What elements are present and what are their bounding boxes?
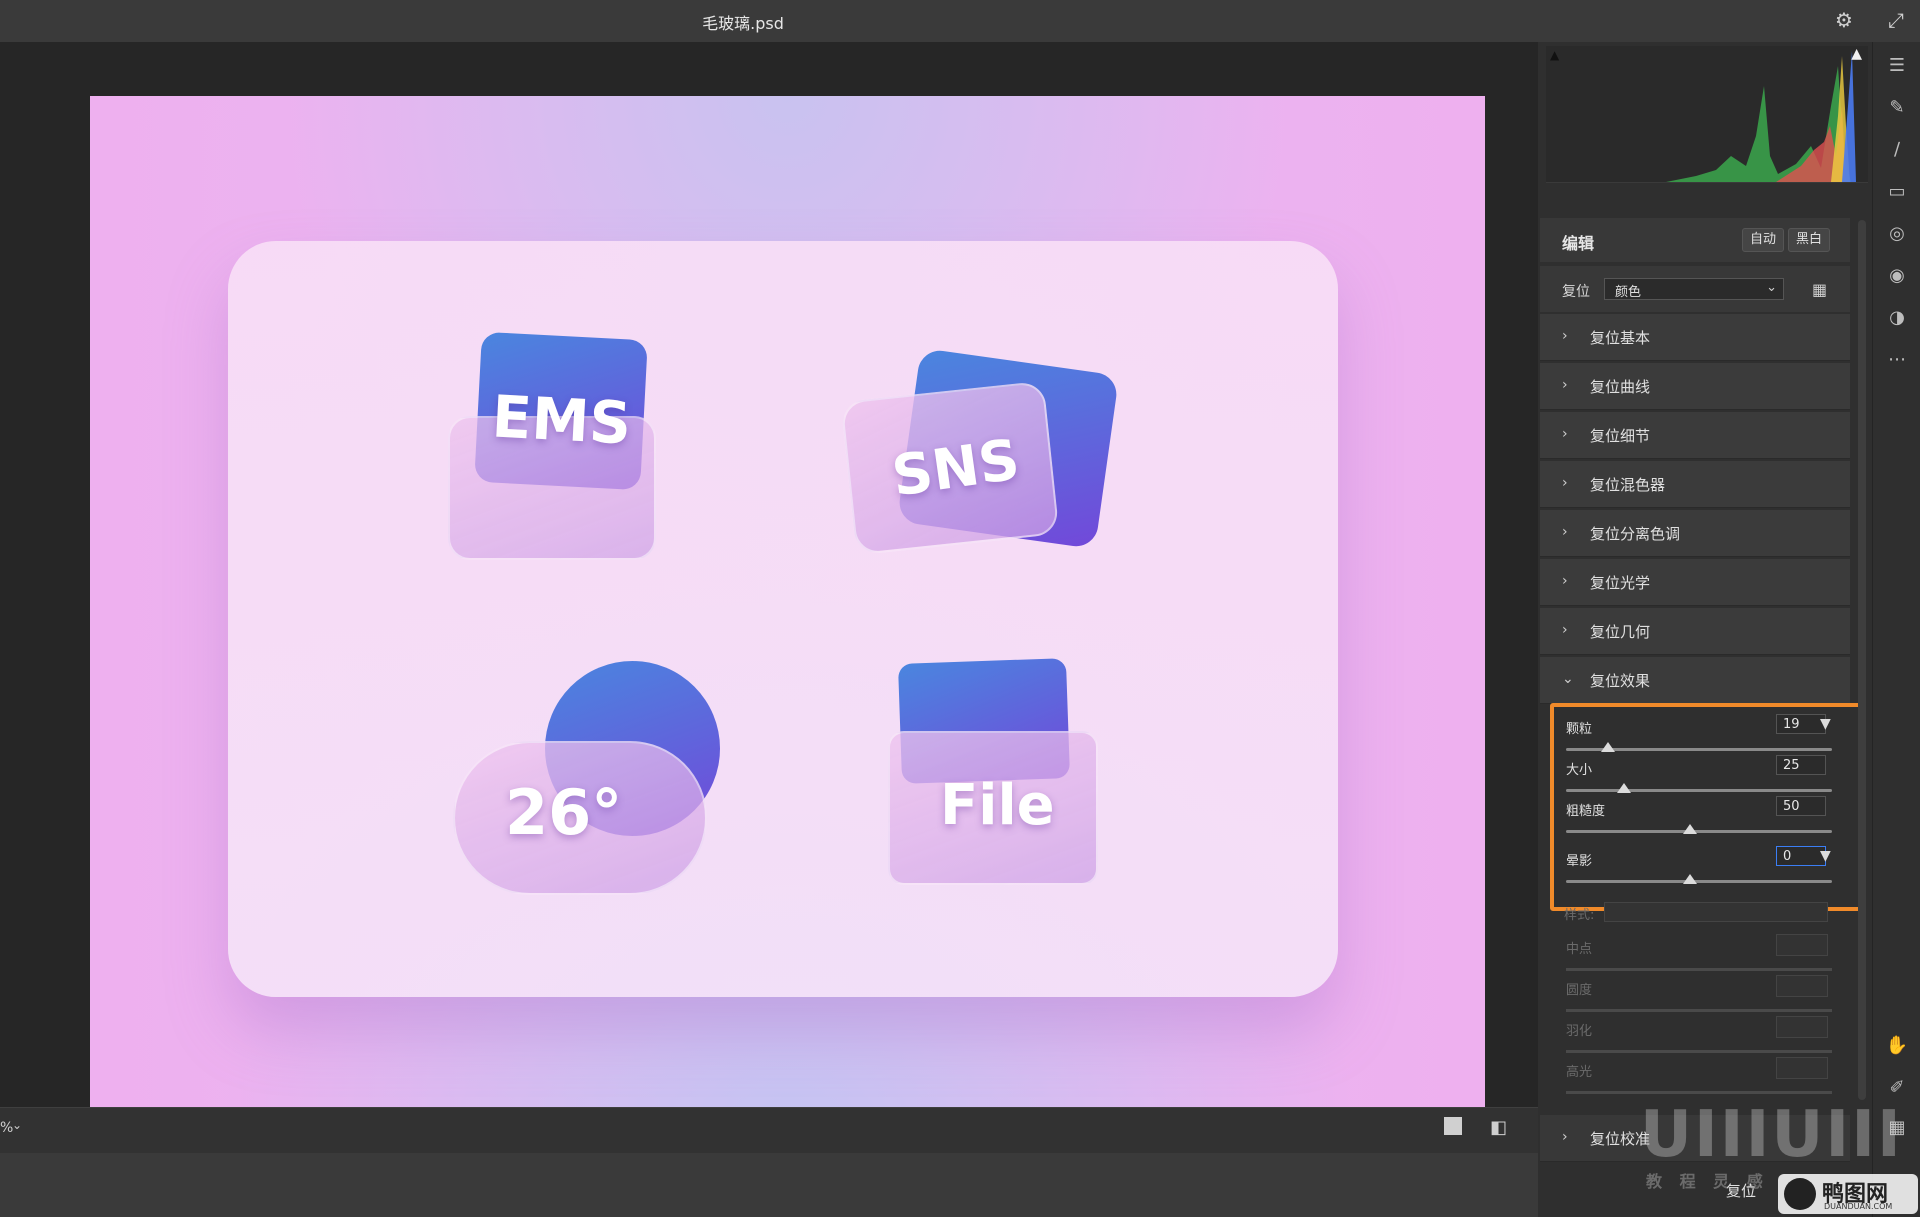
highlight-clip-icon[interactable]: ▲ [1851,46,1862,62]
red-eye-icon[interactable]: ◉ [1885,264,1909,288]
more-icon[interactable]: ⋯ [1885,348,1909,372]
highlights-value [1776,1057,1828,1079]
chevron-right-icon: › [1562,573,1568,589]
roundness-track [1566,1009,1832,1012]
section-label: 复位基本 [1590,329,1651,347]
chevron-down-icon[interactable]: ⌄ [12,1118,22,1132]
section-split-toning[interactable]: › 复位分离色调 [1540,510,1850,557]
histogram-graph [1546,51,1856,182]
tool-strip: ☰ ✎ ∕ ▭ ◎ ◉ ◑ ⋯ ✋ ✐ ▦ [1872,42,1920,1217]
chevron-right-icon: › [1562,426,1568,442]
section-basic[interactable]: › 复位基本 [1540,314,1850,361]
section-label: 复位混色器 [1590,476,1666,494]
chevron-right-icon: › [1562,377,1568,393]
single-view-icon[interactable] [1444,1117,1462,1135]
style-select [1604,902,1828,922]
section-geometry[interactable]: › 复位几何 [1540,608,1850,655]
gear-icon[interactable]: ⚙ [1832,8,1856,32]
highlights-track [1566,1091,1832,1094]
roundness-label: 圆度 [1566,983,1593,998]
section-label: 复位曲线 [1590,378,1651,396]
site-logo-mark [1784,1178,1816,1210]
panel-scrollbar[interactable] [1858,220,1866,1100]
radial-filter-icon[interactable]: ◎ [1885,222,1909,246]
profile-browser-icon[interactable]: ▦ [1812,280,1827,299]
section-detail[interactable]: › 复位细节 [1540,412,1850,459]
section-mixer[interactable]: › 复位混色器 [1540,461,1850,508]
site-logo-url: DUANDUAN.COM [1824,1202,1893,1211]
section-effects[interactable]: ⌄ 复位效果 [1540,657,1850,704]
shadow-clip-icon[interactable]: ▲ [1550,48,1559,62]
chevron-right-icon: › [1562,328,1568,344]
document-title: 毛玻璃.psd [702,14,784,33]
hand-icon[interactable]: ✋ [1885,1034,1909,1058]
profile-row: 复位 颜色 ⌄ ▦ [1540,266,1850,312]
site-logo: 鸭图网 DUANDUAN.COM [1778,1174,1918,1214]
profile-select[interactable]: 颜色 ⌄ [1604,278,1784,300]
feather-value [1776,1016,1828,1038]
canvas-bottom-bar: % ⌄ ◧ [0,1107,1538,1154]
section-optics[interactable]: › 复位光学 [1540,559,1850,606]
temperature-label: 26° [505,776,623,849]
title-bar: 毛玻璃.psd ⚙ ⤢ [0,0,1920,43]
folder-icon: File [888,658,1108,901]
footer-bar [0,1153,1538,1217]
weather-icon: 26° [453,661,733,901]
canvas-area[interactable]: EMS SNS 26° File [44,42,1538,1136]
eyedropper-icon[interactable]: ✐ [1885,1076,1909,1100]
section-label: 复位效果 [1590,672,1651,690]
feather-label: 羽化 [1566,1024,1593,1039]
chat-bubbles-icon: SNS [840,347,1120,561]
midpoint-label: 中点 [1566,942,1593,957]
roundness-value [1776,975,1828,997]
gradient-icon[interactable]: ▭ [1885,180,1909,204]
watermark-sub: 教 程 灵 感 [1646,1172,1769,1191]
compare-view-icon[interactable]: ◧ [1490,1117,1507,1138]
edit-header: 编辑 自动 黑白 [1540,218,1850,262]
profile-select-value: 颜色 [1615,285,1642,300]
section-label: 复位细节 [1590,427,1651,445]
watermark-brand: UIIIUIII [1640,1098,1903,1172]
expand-icon[interactable]: ⤢ [1884,8,1908,32]
highlights-label: 高光 [1566,1065,1593,1080]
effects-highlight-box [1550,703,1864,911]
chevron-down-icon: ⌄ [1766,280,1777,295]
chevron-down-icon: ⌄ [1562,671,1574,687]
histogram: ▲ ▲ [1546,46,1868,183]
section-curve[interactable]: › 复位曲线 [1540,363,1850,410]
section-label: 复位几何 [1590,623,1651,641]
artwork-image: EMS SNS 26° File [90,96,1485,1136]
file-label: File [940,773,1055,838]
glass-card: EMS SNS 26° File [228,241,1338,997]
sliders-icon[interactable]: ☰ [1885,54,1909,78]
mail-envelope-icon: EMS [448,331,668,566]
edit-title: 编辑 [1562,234,1595,253]
ems-label: EMS [490,382,633,458]
black-white-button[interactable]: 黑白 [1788,228,1830,252]
section-label: 复位分离色调 [1590,525,1681,543]
chevron-right-icon: › [1562,475,1568,491]
chevron-right-icon: › [1562,1129,1568,1145]
brush-icon[interactable]: ∕ [1885,138,1909,162]
chevron-right-icon: › [1562,524,1568,540]
presets-icon[interactable]: ◑ [1885,306,1909,330]
left-gutter [0,42,44,1107]
midpoint-value [1776,934,1828,956]
section-label: 复位光学 [1590,574,1651,592]
chevron-right-icon: › [1562,622,1568,638]
auto-button[interactable]: 自动 [1742,228,1784,252]
midpoint-track [1566,968,1832,971]
healing-icon[interactable]: ✎ [1885,96,1909,120]
style-label: 样式: [1564,908,1595,923]
profile-reset-label: 复位 [1562,284,1590,300]
feather-track [1566,1050,1832,1053]
